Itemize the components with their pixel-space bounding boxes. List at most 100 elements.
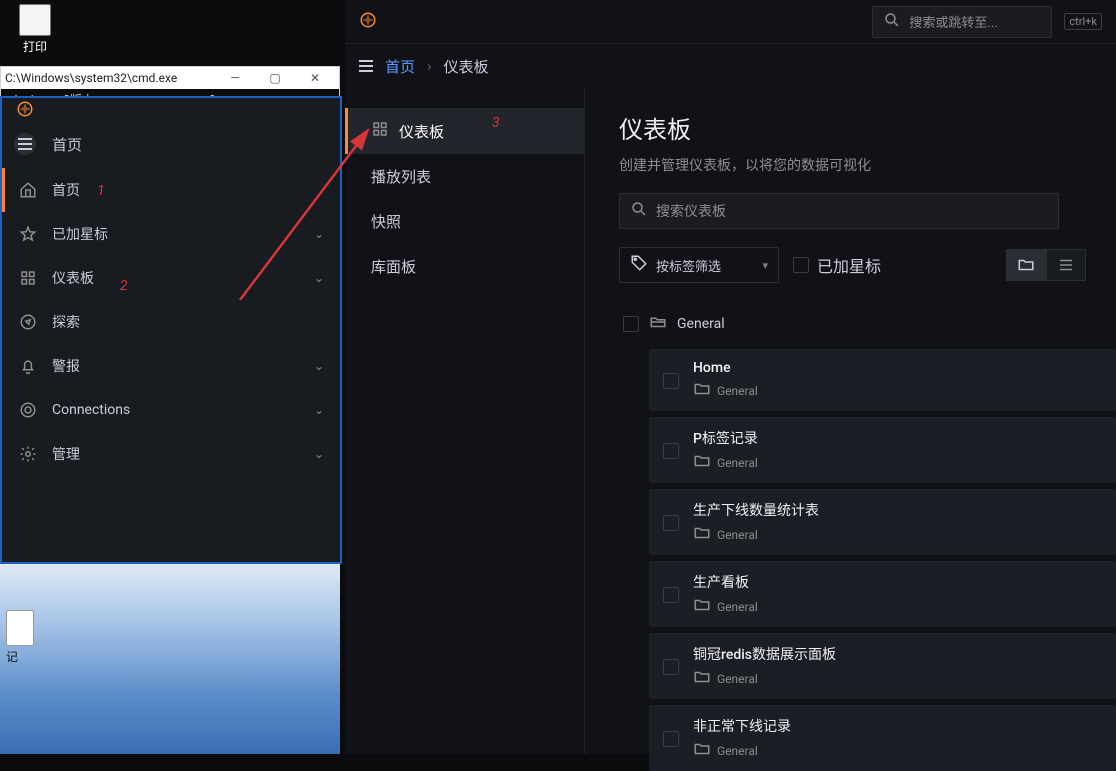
desktop-icon-label: 打印 xyxy=(23,40,47,54)
page-title: 仪表板 xyxy=(619,110,1116,145)
page-subtitle: 创建并管理仪表板，以将您的数据可视化 xyxy=(619,155,1116,175)
sidebar-item-apps[interactable]: 仪表板⌄ xyxy=(2,256,340,300)
desktop-file-label: 记 xyxy=(6,650,18,664)
dashboard-checkbox[interactable] xyxy=(663,515,679,531)
folder-icon xyxy=(693,524,711,545)
dashboard-folder: General xyxy=(693,596,758,617)
desktop-print-icon[interactable]: 打印 xyxy=(0,0,70,56)
dashboard-checkbox[interactable] xyxy=(663,443,679,459)
dashboard-folder: General xyxy=(693,668,836,689)
printer-icon xyxy=(19,4,51,36)
annotation-3: 3 xyxy=(492,115,500,131)
annotation-2: 2 xyxy=(120,278,128,294)
star-icon xyxy=(18,224,38,244)
overlay-topbar: 首页 xyxy=(2,124,340,164)
dashboard-title: 非正常下线记录 xyxy=(693,716,791,736)
folder-icon xyxy=(693,380,711,401)
dashboard-row[interactable]: 非正常下线记录 General xyxy=(649,705,1116,771)
sidebar-item-gear[interactable]: 管理 ⌄ xyxy=(2,432,340,476)
sidebar-item-link[interactable]: Connections⌄ xyxy=(2,388,340,432)
starred-label: 已加星标 xyxy=(817,253,881,277)
desktop-wallpaper xyxy=(0,564,340,754)
dashboard-checkbox[interactable] xyxy=(663,731,679,747)
folder-icon xyxy=(693,452,711,473)
dashboard-checkbox[interactable] xyxy=(663,659,679,675)
folder-row[interactable]: General xyxy=(619,305,1116,343)
chevron-down-icon: ⌄ xyxy=(314,403,324,417)
subnav-item[interactable]: 库面板 xyxy=(345,244,584,289)
overlay-breadcrumb[interactable]: 首页 xyxy=(52,134,82,155)
dashboard-list: General HomeGeneralP标签记录General生产下线数量统计表… xyxy=(619,305,1116,771)
hamburger-icon[interactable] xyxy=(14,133,36,155)
dashboards-content: 仪表板 创建并管理仪表板，以将您的数据可视化 搜索仪表板 按标签筛选 ▾ xyxy=(585,88,1116,754)
desktop-file-icon[interactable]: 记 xyxy=(6,610,34,665)
search-icon xyxy=(883,11,901,33)
chevron-down-icon: ⌄ xyxy=(314,227,324,241)
tag-filter-label: 按标签筛选 xyxy=(656,256,721,275)
home-icon xyxy=(18,180,38,200)
apps-icon xyxy=(371,120,389,142)
toolbar-row: 按标签筛选 ▾ 已加星标 xyxy=(619,247,1116,283)
dashboard-row[interactable]: 铜冠redis数据展示面板General xyxy=(649,633,1116,699)
sidebar-item-label: 警报 xyxy=(52,356,80,376)
file-icon xyxy=(6,610,34,646)
grafana-main-panel: 搜索或跳转至... ctrl+k 首页 › 仪表板 仪表板播放列表快照库面板 仪… xyxy=(345,0,1116,754)
sidebar-item-label: 首页 xyxy=(52,180,80,200)
grafana-sidebar-overlay: 首页 首页已加星标⌄仪表板⌄探索警报⌄Connections⌄管理⌄ xyxy=(0,96,342,564)
dashboard-folder: General xyxy=(693,452,758,473)
tag-icon xyxy=(630,254,648,276)
dashboard-row[interactable]: 生产看板 General xyxy=(649,561,1116,627)
folder-name: General xyxy=(677,316,725,332)
starred-checkbox[interactable] xyxy=(793,257,809,273)
dashboard-search-input[interactable]: 搜索仪表板 xyxy=(619,193,1059,229)
breadcrumb-current: 仪表板 xyxy=(444,56,489,77)
folder-open-icon xyxy=(649,313,667,335)
cmd-title-bar[interactable]: C:\Windows\system32\cmd.exe — ▢ ✕ xyxy=(1,67,339,89)
maximize-button[interactable]: ▢ xyxy=(255,71,295,85)
sidebar-item-compass[interactable]: 探索 xyxy=(2,300,340,344)
sidebar-item-label: 管理 xyxy=(52,444,80,464)
sidebar-item-star[interactable]: 已加星标 ⌄ xyxy=(2,212,340,256)
folder-checkbox[interactable] xyxy=(623,316,639,332)
dashboard-row[interactable]: 生产下线数量统计表General xyxy=(649,489,1116,555)
search-icon xyxy=(630,200,648,222)
grafana-logo-icon xyxy=(16,100,34,122)
sidebar-item-home[interactable]: 首页 xyxy=(2,168,340,212)
grafana-logo-icon[interactable] xyxy=(359,11,377,33)
chevron-down-icon: ⌄ xyxy=(314,271,324,285)
tag-filter-dropdown[interactable]: 按标签筛选 ▾ xyxy=(619,247,779,283)
dashboard-row[interactable]: HomeGeneral xyxy=(649,349,1116,411)
global-search-input[interactable]: 搜索或跳转至... xyxy=(872,6,1052,38)
subnav-item[interactable]: 播放列表 xyxy=(345,154,584,199)
dashboard-title: 生产看板 xyxy=(693,572,758,592)
hamburger-icon[interactable] xyxy=(359,60,373,72)
view-folder-button[interactable] xyxy=(1006,249,1046,281)
folder-icon xyxy=(693,740,711,761)
dashboard-row[interactable]: P标签记录General xyxy=(649,417,1116,483)
chevron-down-icon: ▾ xyxy=(762,259,768,272)
subnav-item[interactable]: 快照 xyxy=(345,199,584,244)
breadcrumb-separator: › xyxy=(427,57,432,75)
chevron-down-icon: ⌄ xyxy=(314,359,324,373)
close-button[interactable]: ✕ xyxy=(295,71,335,85)
chevron-down-icon: ⌄ xyxy=(314,447,324,461)
sidebar-item-bell[interactable]: 警报 ⌄ xyxy=(2,344,340,388)
dashboard-folder: General xyxy=(693,740,791,761)
breadcrumb-home[interactable]: 首页 xyxy=(385,56,415,77)
sidebar-item-label: 已加星标 xyxy=(52,224,108,244)
dashboards-subnav: 仪表板播放列表快照库面板 xyxy=(345,88,585,754)
grafana-topbar: 搜索或跳转至... ctrl+k xyxy=(345,0,1116,44)
search-shortcut-badge: ctrl+k xyxy=(1064,13,1102,30)
annotation-1: 1 xyxy=(97,183,105,199)
gear-icon xyxy=(18,444,38,464)
dashboard-folder: General xyxy=(693,524,819,545)
starred-filter[interactable]: 已加星标 xyxy=(793,253,881,277)
dashboard-checkbox[interactable] xyxy=(663,373,679,389)
dashboard-checkbox[interactable] xyxy=(663,587,679,603)
minimize-button[interactable]: — xyxy=(215,71,255,85)
subnav-item[interactable]: 仪表板 xyxy=(345,108,584,154)
view-toggle xyxy=(1006,249,1086,281)
dashboard-search-placeholder: 搜索仪表板 xyxy=(656,201,726,221)
bell-icon xyxy=(18,356,38,376)
view-list-button[interactable] xyxy=(1046,249,1086,281)
